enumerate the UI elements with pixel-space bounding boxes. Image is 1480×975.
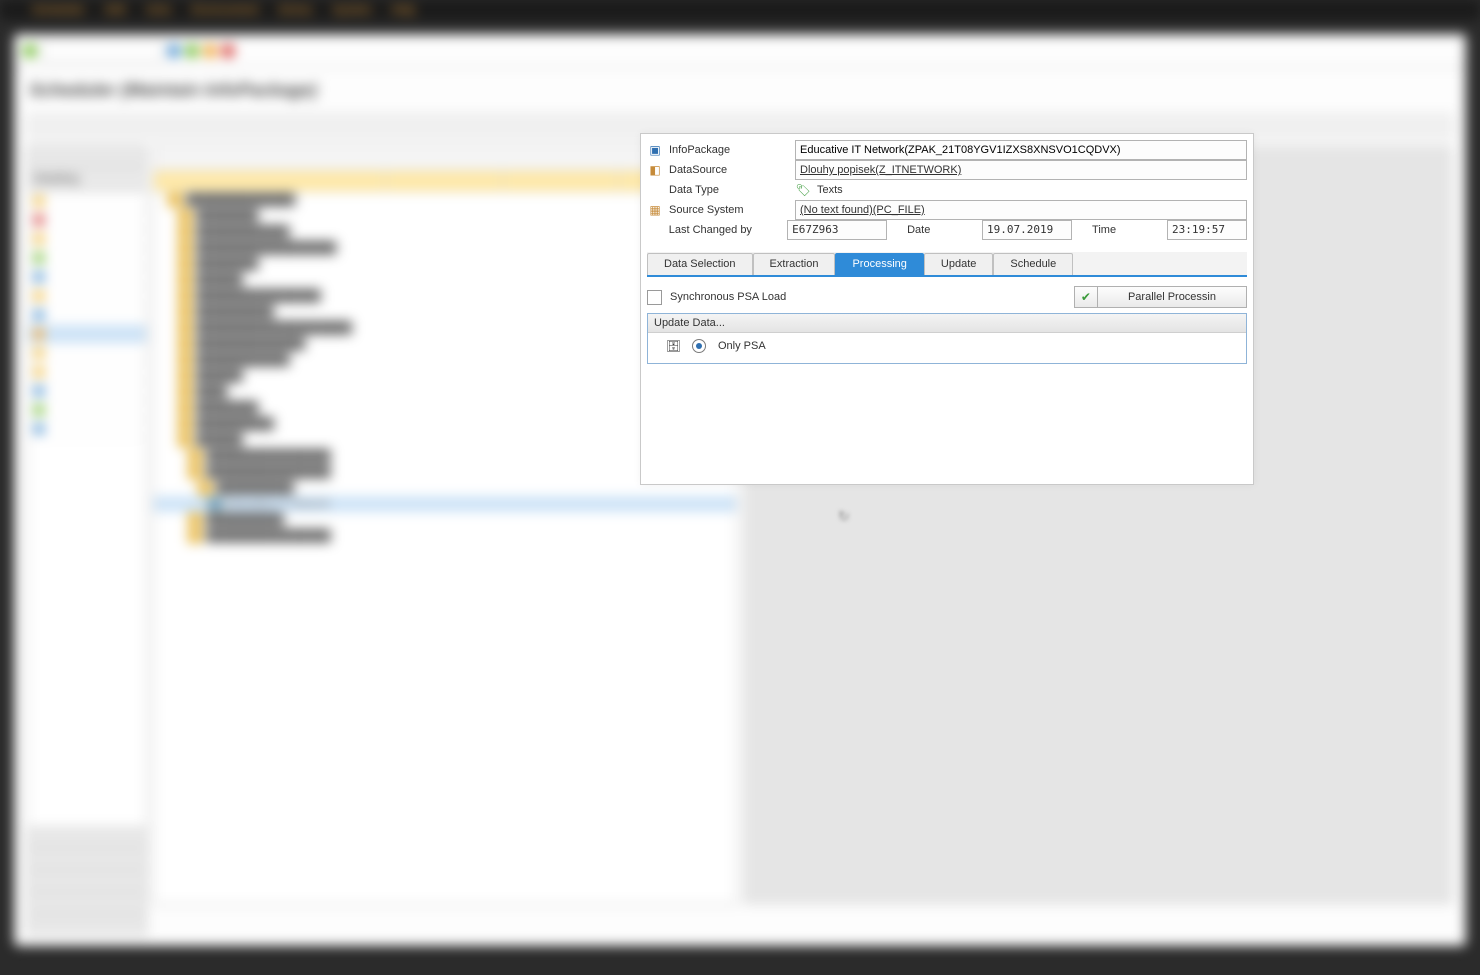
check-icon: ✔ [1075,287,1098,307]
row-lastchanged: Last Changed by E67Z963 Date 19.07.2019 … [647,220,1247,240]
infopackage-field[interactable] [795,140,1247,160]
datatype-label: Data Type [669,184,789,196]
datatype-value: Texts [817,184,843,196]
time-label: Time [1078,224,1161,236]
tab-schedule[interactable]: Schedule [993,253,1073,275]
sourcesystem-label: Source System [669,204,789,216]
header-section: ▣ InfoPackage ◧ DataSource Dlouhy popise… [641,134,1253,242]
spacer-icon-2 [647,222,663,238]
datasource-value[interactable]: Dlouhy popisek(Z_ITNETWORK) [795,160,1247,180]
row-datatype: Data Type 🏷 Texts [647,180,1247,200]
update-data-header: Update Data... [648,314,1246,333]
parallel-processing-button[interactable]: ✔ Parallel Processin [1074,286,1247,308]
sync-psa-checkbox[interactable] [647,290,662,305]
texts-icon: 🏷 [795,182,811,198]
sourcesystem-value[interactable]: (No text found)(PC_FILE) [795,200,1247,220]
infopackage-label: InfoPackage [669,144,789,156]
row-infopackage: ▣ InfoPackage [647,140,1247,160]
time-value: 23:19:57 [1167,220,1247,240]
spacer-icon [647,182,663,198]
parallel-processing-label: Parallel Processin [1098,287,1246,307]
update-data-body: 🗄 Only PSA [648,333,1246,363]
only-psa-label: Only PSA [718,340,766,352]
row-sourcesystem: ▦ Source System (No text found)(PC_FILE) [647,200,1247,220]
changedby-value: E67Z963 [787,220,887,240]
tab-update[interactable]: Update [924,253,993,275]
sourcesystem-icon: ▦ [647,202,663,218]
tab-extraction[interactable]: Extraction [753,253,836,275]
only-psa-radio[interactable] [692,339,706,353]
date-value: 19.07.2019 [982,220,1072,240]
tab-processing[interactable]: Processing [835,253,923,275]
tab-data-selection[interactable]: Data Selection [647,253,753,275]
datasource-icon: ◧ [647,162,663,178]
tab-content-processing: Synchronous PSA Load ✔ Parallel Processi… [641,277,1253,372]
infopackage-icon: ▣ [647,142,663,158]
infopackage-detail-panel: ▣ InfoPackage ◧ DataSource Dlouhy popise… [640,133,1254,485]
row-datasource: ◧ DataSource Dlouhy popisek(Z_ITNETWORK) [647,160,1247,180]
sync-psa-label: Synchronous PSA Load [670,291,1066,303]
datasource-label: DataSource [669,164,789,176]
cursor-icon: ↻ [838,508,850,525]
date-label: Date [893,224,976,236]
sync-psa-row: Synchronous PSA Load ✔ Parallel Processi… [647,285,1247,309]
psa-icon: 🗄 [666,339,680,353]
tabs-bar: Data Selection Extraction Processing Upd… [647,252,1247,277]
update-data-group: Update Data... 🗄 Only PSA [647,313,1247,364]
changedby-label: Last Changed by [669,224,781,236]
